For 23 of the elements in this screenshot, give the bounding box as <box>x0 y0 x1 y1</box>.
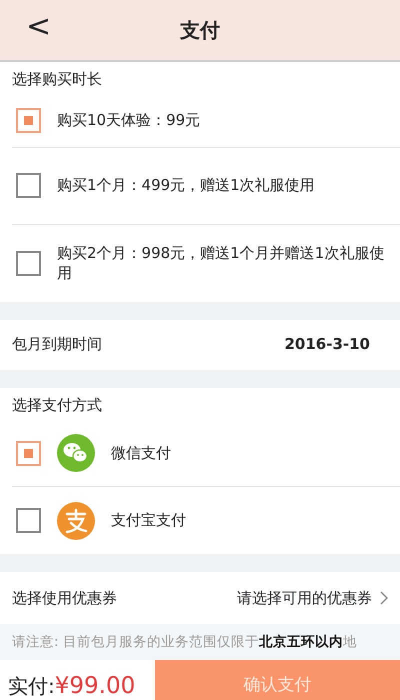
chevron-right-icon <box>380 591 388 605</box>
coupon-label: 选择使用优惠券 <box>12 588 117 609</box>
checkbox[interactable] <box>16 508 41 533</box>
expiry-date: 2016-3-10 <box>284 334 370 356</box>
total-label: 实付: <box>8 673 55 700</box>
total-amount: ¥99.00 <box>54 672 136 700</box>
payment-logo-icon <box>57 502 95 540</box>
back-button[interactable]: < <box>26 12 52 42</box>
option-label: 购买10天体验：99元 <box>57 110 200 131</box>
payment-label: 微信支付 <box>111 442 171 464</box>
expiry-label: 包月到期时间 <box>12 334 102 356</box>
chat-bubbles-icon <box>57 434 95 472</box>
payment-label: 支付宝支付 <box>111 510 186 532</box>
checkbox[interactable] <box>16 440 41 466</box>
checkbox[interactable] <box>16 108 41 133</box>
section-title: 选择购买时长 <box>11 69 103 90</box>
checkbox[interactable] <box>16 250 41 276</box>
option-label: 购买2个月：998元，赠送1个月并赠送1次礼服使用 <box>57 242 386 284</box>
section-title: 选择支付方式 <box>11 394 103 416</box>
coupon-selector[interactable]: 请选择可用的优惠券 <box>237 586 388 610</box>
page-title: 支付 <box>180 17 220 44</box>
option-label: 购买1个月：499元，赠送1次礼服使用 <box>57 175 315 196</box>
checkbox[interactable] <box>16 173 41 198</box>
